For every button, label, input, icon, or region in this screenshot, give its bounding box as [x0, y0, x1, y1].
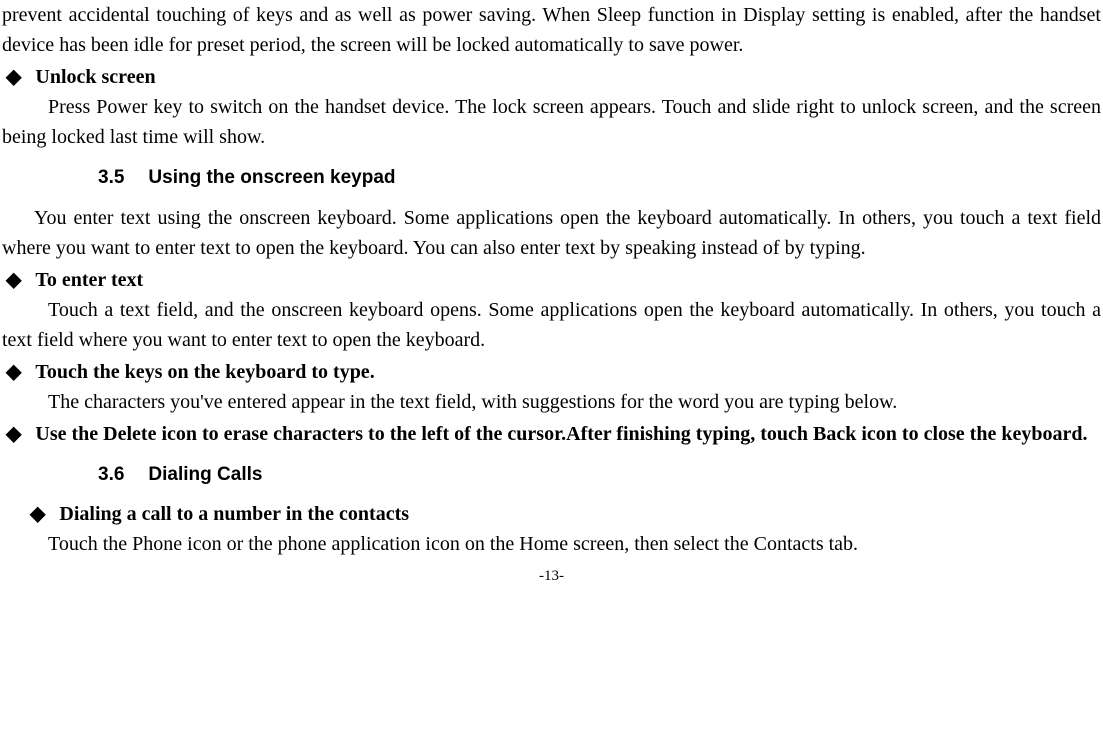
- diamond-icon: ◆: [6, 357, 21, 387]
- bullet-touch-keys: ◆ Touch the keys on the keyboard to type…: [2, 357, 1101, 387]
- diamond-icon: ◆: [6, 62, 21, 92]
- section-heading-36: 3.6 Dialing Calls: [98, 461, 1101, 490]
- bullet-body: Press Power key to switch on the handset…: [2, 92, 1101, 152]
- bullet-delete-icon: ◆ Use the Delete icon to erase character…: [2, 419, 1101, 449]
- intro-paragraph: prevent accidental touching of keys and …: [2, 0, 1101, 60]
- section-intro: You enter text using the onscreen keyboa…: [2, 203, 1101, 263]
- section-number: 3.5: [98, 167, 124, 188]
- section-title: Dialing Calls: [148, 464, 262, 485]
- bullet-unlock-screen: ◆ Unlock screen: [2, 62, 1101, 92]
- section-heading-35: 3.5 Using the onscreen keypad: [98, 164, 1101, 193]
- bullet-to-enter-text: ◆ To enter text: [2, 265, 1101, 295]
- bullet-title: Use the Delete icon to erase characters …: [35, 419, 1101, 449]
- bullet-body: Touch the Phone icon or the phone applic…: [2, 529, 1101, 559]
- bullet-title: Dialing a call to a number in the contac…: [59, 499, 409, 529]
- bullet-title: Touch the keys on the keyboard to type.: [35, 357, 374, 387]
- bullet-body: Touch a text field, and the onscreen key…: [2, 295, 1101, 355]
- diamond-icon: ◆: [6, 265, 21, 295]
- diamond-icon: ◆: [6, 419, 21, 449]
- diamond-icon: ◆: [30, 499, 45, 529]
- section-title: Using the onscreen keypad: [148, 167, 395, 188]
- bullet-body: The characters you've entered appear in …: [2, 387, 1101, 417]
- bullet-title: Unlock screen: [35, 62, 155, 92]
- bullet-title: To enter text: [35, 265, 143, 295]
- page-number: -13-: [2, 565, 1101, 588]
- bullet-dialing-contacts: ◆ Dialing a call to a number in the cont…: [2, 499, 1101, 529]
- section-number: 3.6: [98, 464, 124, 485]
